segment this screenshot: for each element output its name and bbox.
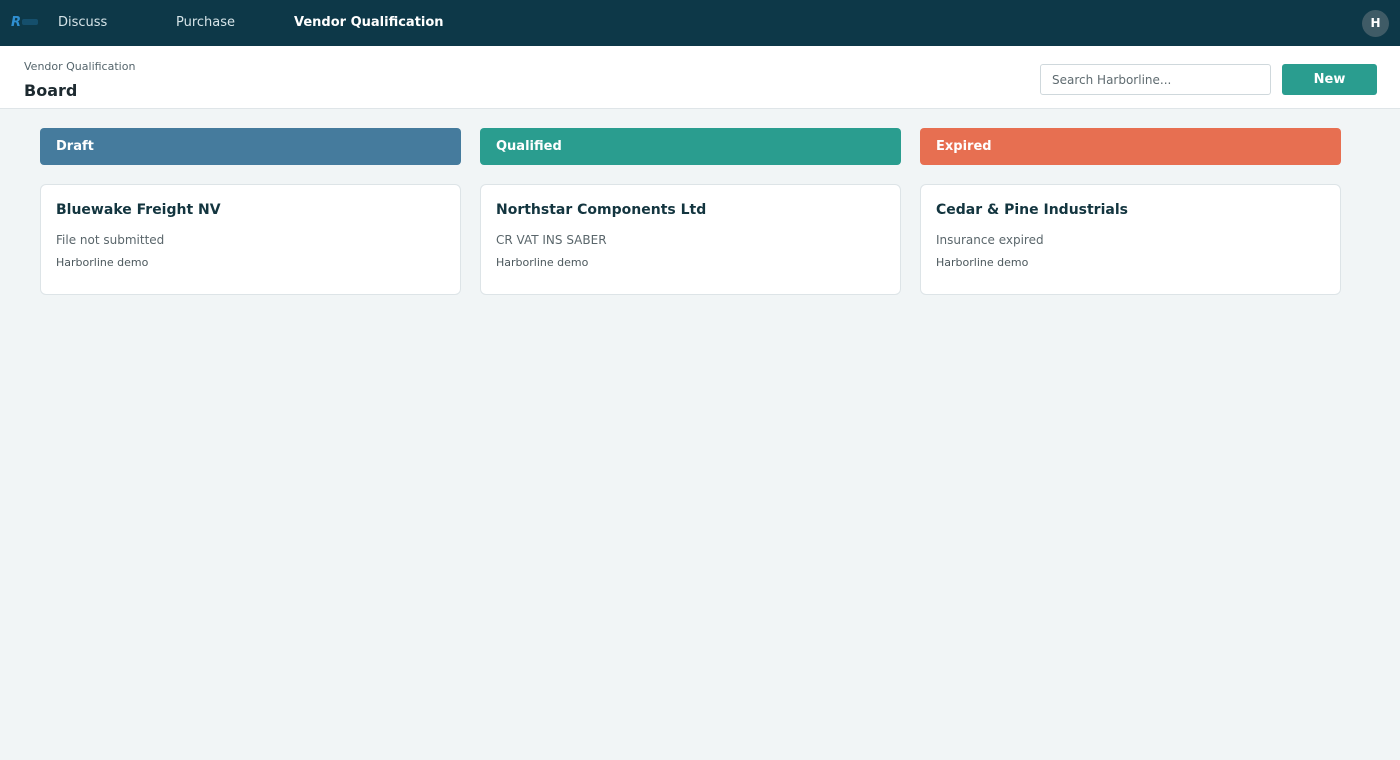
top-nav-bar: R Discuss Purchase Vendor Qualification …	[0, 0, 1400, 46]
nav-item-purchase[interactable]: Purchase	[176, 15, 235, 30]
card-company: Harborline demo	[936, 256, 1029, 269]
svg-text:R: R	[11, 15, 21, 30]
page-title: Board	[24, 81, 78, 100]
column-header-draft[interactable]: Draft	[40, 128, 461, 165]
column-header-qualified[interactable]: Qualified	[480, 128, 901, 165]
new-button[interactable]: New	[1282, 64, 1377, 95]
card-company: Harborline demo	[496, 256, 589, 269]
card-company: Harborline demo	[56, 256, 149, 269]
kanban-card[interactable]: Bluewake Freight NV File not submitted H…	[40, 184, 461, 295]
card-status: Insurance expired	[936, 233, 1044, 247]
card-status: File not submitted	[56, 233, 165, 247]
page-header: Vendor Qualification Board New	[0, 46, 1400, 109]
kanban-column-qualified: Qualified Northstar Components Ltd CR VA…	[480, 128, 901, 295]
column-header-expired[interactable]: Expired	[920, 128, 1341, 165]
card-title: Cedar & Pine Industrials	[936, 202, 1128, 218]
kanban-column-expired: Expired Cedar & Pine Industrials Insuran…	[920, 128, 1341, 295]
card-status: CR VAT INS SABER	[496, 233, 607, 247]
kanban-column-draft: Draft Bluewake Freight NV File not submi…	[40, 128, 461, 295]
card-title: Northstar Components Ltd	[496, 202, 707, 218]
kanban-card[interactable]: Cedar & Pine Industrials Insurance expir…	[920, 184, 1341, 295]
kanban-card[interactable]: Northstar Components Ltd CR VAT INS SABE…	[480, 184, 901, 295]
search-input[interactable]	[1040, 64, 1271, 95]
nav-item-discuss[interactable]: Discuss	[58, 15, 107, 30]
user-avatar[interactable]: H	[1362, 10, 1389, 37]
breadcrumb[interactable]: Vendor Qualification	[24, 60, 135, 73]
nav-item-vendor-qualification[interactable]: Vendor Qualification	[294, 15, 444, 30]
app-logo-icon[interactable]: R	[10, 13, 42, 31]
card-title: Bluewake Freight NV	[56, 202, 221, 218]
